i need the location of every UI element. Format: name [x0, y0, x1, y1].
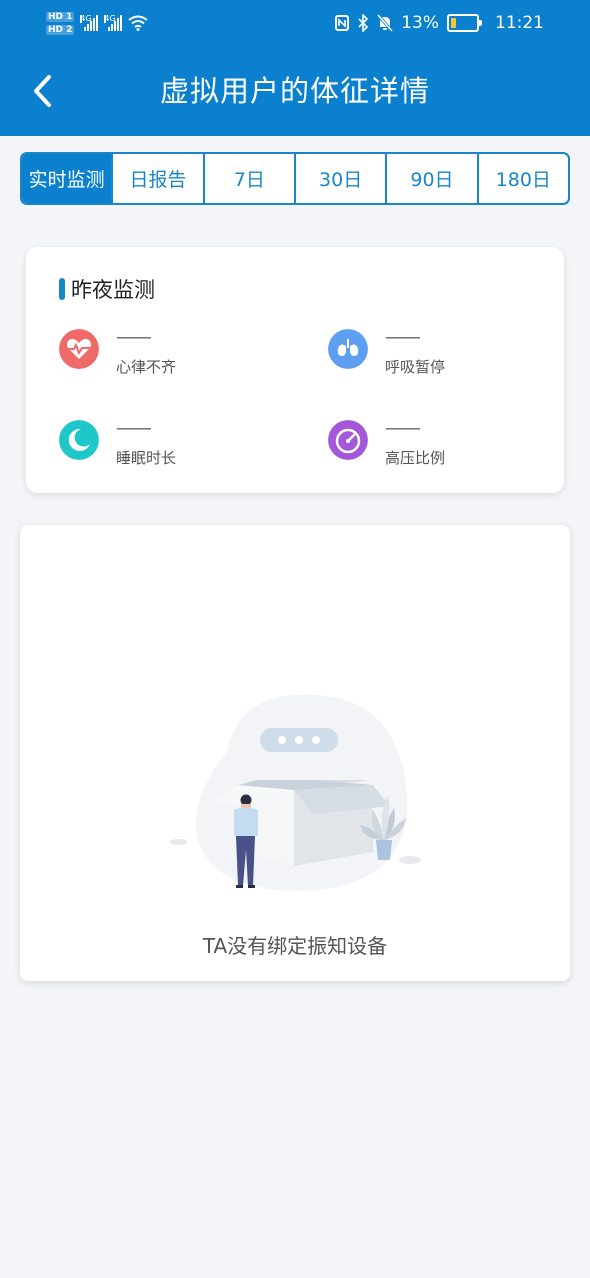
tab-180-days[interactable]: 180日	[479, 154, 568, 203]
lungs-icon	[328, 329, 368, 369]
title-accent-bar	[59, 278, 65, 300]
tab-7-days[interactable]: 7日	[205, 154, 296, 203]
period-tabs: 实时监测 日报告 7日 30日 90日 180日	[20, 152, 570, 205]
metric-apnea[interactable]: —— 呼吸暂停	[328, 326, 548, 389]
nfc-icon	[335, 15, 350, 31]
moon-sleep-icon: z	[59, 420, 99, 460]
hd1-badge: HD 1	[46, 11, 75, 22]
app-header: HD 1 HD 2 4G 4G 13% 11:21 虚拟用户的体征详情	[0, 0, 590, 136]
hd2-badge: HD 2	[46, 24, 75, 35]
bluetooth-icon	[358, 14, 369, 32]
clock: 11:21	[495, 13, 544, 33]
metric-arrhythmia[interactable]: —— 心律不齐	[59, 326, 279, 389]
empty-box-illustration	[169, 694, 421, 891]
tab-realtime[interactable]: 实时监测	[22, 154, 114, 203]
metric-sleep-duration[interactable]: z —— 睡眠时长	[59, 417, 279, 480]
wifi-icon	[128, 15, 149, 31]
gauge-icon	[328, 420, 368, 460]
svg-text:z: z	[80, 434, 85, 444]
battery-icon	[447, 14, 482, 32]
signal-1-icon: 4G	[80, 15, 99, 31]
signal-2-icon: 4G	[104, 15, 123, 31]
heart-rate-icon	[59, 329, 99, 369]
tab-daily-report[interactable]: 日报告	[113, 154, 205, 203]
tab-90-days[interactable]: 90日	[387, 154, 479, 203]
page-title: 虚拟用户的体征详情	[159, 74, 430, 108]
card-title: 昨夜监测	[59, 274, 155, 304]
status-system: 13% 11:21	[335, 10, 544, 36]
last-night-card: 昨夜监测 —— 心律不齐 —— 呼吸暂停 z —— 睡眠时长 —— 高压比例	[26, 247, 564, 493]
tab-30-days[interactable]: 30日	[296, 154, 388, 203]
battery-percent: 13%	[401, 13, 439, 33]
empty-state-card: TA没有绑定振知设备	[20, 525, 570, 981]
status-signals: HD 1 HD 2 4G 4G	[46, 8, 149, 38]
status-bar: HD 1 HD 2 4G 4G 13% 11:21	[0, 0, 590, 46]
empty-state-message: TA没有绑定振知设备	[202, 934, 388, 958]
metric-high-pressure-ratio[interactable]: —— 高压比例	[328, 417, 548, 480]
mute-bell-icon	[377, 14, 394, 32]
